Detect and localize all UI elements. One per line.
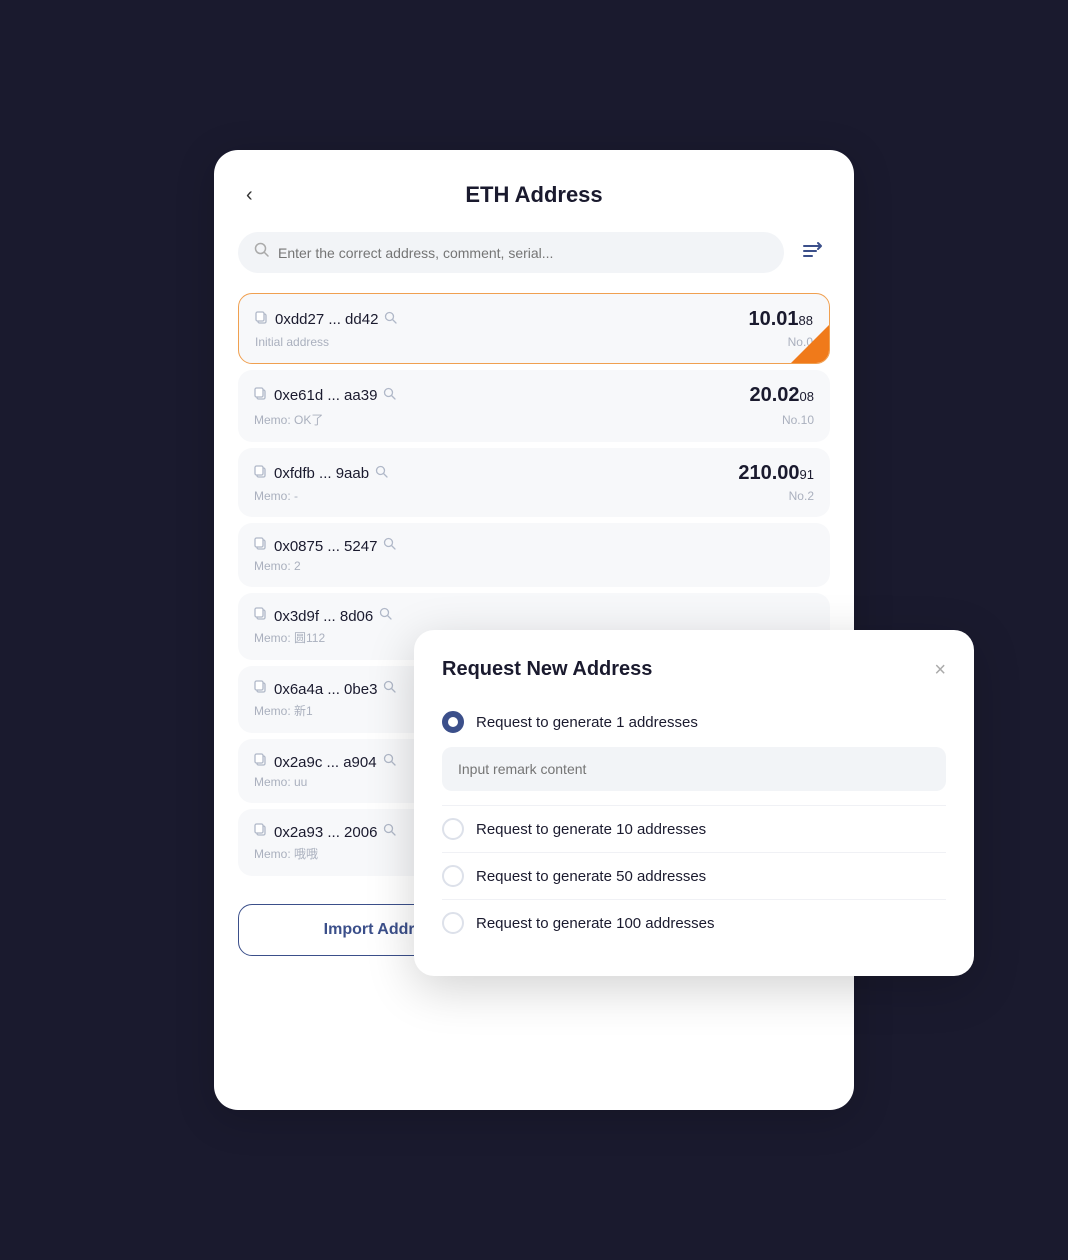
modal-card: Request New Address × Request to generat…: [414, 630, 974, 976]
address-item[interactable]: 0xdd27 ... dd42 10.01 88 Initial address…: [238, 293, 830, 364]
memo-text: Memo: 新1: [254, 702, 313, 719]
option-row[interactable]: Request to generate 10 addresses: [442, 808, 946, 850]
address-number: No.2: [789, 489, 814, 503]
magnify-icon[interactable]: [375, 465, 389, 483]
address-left: 0x0875 ... 5247: [254, 537, 397, 555]
copy-icon[interactable]: [254, 387, 268, 405]
magnify-icon[interactable]: [383, 387, 397, 405]
amount-small: 91: [800, 467, 814, 482]
memo-text: Memo: 哦哦: [254, 845, 318, 862]
modal-title: Request New Address: [442, 658, 652, 681]
search-row: [238, 232, 830, 273]
address-string: 0xdd27 ... dd42: [275, 311, 378, 328]
address-item-top: 0xe61d ... aa39 20.02 08: [254, 384, 814, 407]
filter-button[interactable]: [794, 233, 830, 272]
amount-small: 08: [800, 389, 814, 404]
divider: [442, 899, 946, 900]
radio-0[interactable]: [442, 711, 464, 733]
option-row[interactable]: Request to generate 100 addresses: [442, 902, 946, 944]
address-string: 0x0875 ... 5247: [274, 538, 377, 555]
memo-text: Memo: 圆112: [254, 629, 325, 646]
memo-text: Memo: -: [254, 489, 298, 503]
search-input[interactable]: [278, 245, 768, 261]
header: ‹ ETH Address: [238, 182, 830, 208]
address-string: 0xe61d ... aa39: [274, 387, 377, 404]
address-string: 0x2a9c ... a904: [274, 754, 377, 771]
address-item[interactable]: 0xfdfb ... 9aab 210.00 91 Memo: - No.2: [238, 448, 830, 517]
option-label-3: Request to generate 100 addresses: [476, 915, 715, 932]
option-label-2: Request to generate 50 addresses: [476, 868, 706, 885]
copy-icon[interactable]: [254, 753, 268, 771]
magnify-icon[interactable]: [384, 311, 398, 329]
amount-big: 20.02: [749, 384, 799, 407]
magnify-icon[interactable]: [379, 607, 393, 625]
copy-icon[interactable]: [254, 537, 268, 555]
radio-3[interactable]: [442, 912, 464, 934]
orange-corner: [791, 325, 829, 363]
radio-1[interactable]: [442, 818, 464, 840]
address-item[interactable]: 0x0875 ... 5247 Memo: 2: [238, 523, 830, 587]
address-string: 0x2a93 ... 2006: [274, 824, 377, 841]
back-button[interactable]: ‹: [238, 180, 261, 211]
address-item-top: 0xdd27 ... dd42 10.01 88: [255, 308, 813, 331]
address-left: 0xdd27 ... dd42: [255, 311, 398, 329]
option-row[interactable]: Request to generate 50 addresses: [442, 855, 946, 897]
address-item-top: 0x0875 ... 5247: [254, 537, 814, 555]
search-box: [238, 232, 784, 273]
address-string: 0x3d9f ... 8d06: [274, 608, 373, 625]
memo-text: Memo: OK了: [254, 411, 323, 428]
modal-options: Request to generate 1 addresses Request …: [442, 701, 946, 944]
address-item-top: 0xfdfb ... 9aab 210.00 91: [254, 462, 814, 485]
memo-text: Memo: uu: [254, 775, 307, 789]
address-string: 0xfdfb ... 9aab: [274, 465, 369, 482]
copy-icon[interactable]: [255, 311, 269, 329]
memo-text: Initial address: [255, 335, 329, 349]
address-number: No.10: [782, 413, 814, 427]
address-left: 0x2a9c ... a904: [254, 753, 397, 771]
radio-2[interactable]: [442, 865, 464, 887]
address-left: 0xfdfb ... 9aab: [254, 465, 389, 483]
copy-icon[interactable]: [254, 607, 268, 625]
address-left: 0x2a93 ... 2006: [254, 823, 397, 841]
magnify-icon[interactable]: [383, 680, 397, 698]
magnify-icon[interactable]: [383, 753, 397, 771]
divider: [442, 852, 946, 853]
remark-row: [442, 743, 946, 803]
divider: [442, 805, 946, 806]
copy-icon[interactable]: [254, 823, 268, 841]
address-item-bottom: Initial address No.0: [255, 335, 813, 349]
page-title: ETH Address: [465, 182, 602, 208]
address-left: 0xe61d ... aa39: [254, 387, 397, 405]
remark-input[interactable]: [442, 747, 946, 791]
address-item[interactable]: 0xe61d ... aa39 20.02 08 Memo: OK了 No.10: [238, 370, 830, 442]
close-modal-button[interactable]: ×: [934, 660, 946, 680]
main-card: ‹ ETH Address: [214, 150, 854, 1110]
address-item-top: 0x3d9f ... 8d06: [254, 607, 814, 625]
filter-icon: [800, 239, 824, 263]
option-label-1: Request to generate 10 addresses: [476, 821, 706, 838]
copy-icon[interactable]: [254, 465, 268, 483]
amount-big: 210.00: [738, 462, 799, 485]
address-item-bottom: Memo: OK了 No.10: [254, 411, 814, 428]
option-label-0: Request to generate 1 addresses: [476, 714, 698, 731]
address-left: 0x3d9f ... 8d06: [254, 607, 393, 625]
search-icon: [254, 242, 270, 263]
address-item-bottom: Memo: - No.2: [254, 489, 814, 503]
option-row[interactable]: Request to generate 1 addresses: [442, 701, 946, 743]
magnify-icon[interactable]: [383, 823, 397, 841]
modal-header: Request New Address ×: [442, 658, 946, 681]
address-string: 0x6a4a ... 0be3: [274, 681, 377, 698]
magnify-icon[interactable]: [383, 537, 397, 555]
address-left: 0x6a4a ... 0be3: [254, 680, 397, 698]
copy-icon[interactable]: [254, 680, 268, 698]
memo-text: Memo: 2: [254, 559, 301, 573]
address-item-bottom: Memo: 2: [254, 559, 814, 573]
